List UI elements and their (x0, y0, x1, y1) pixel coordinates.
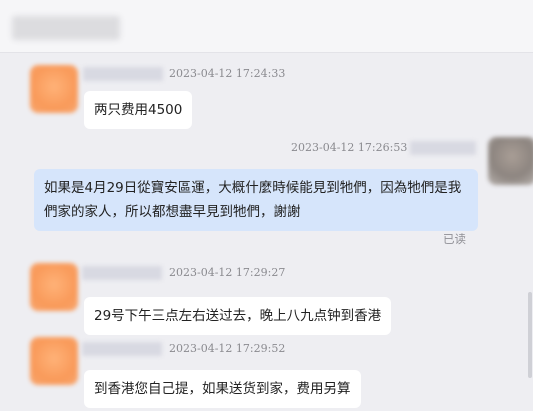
message-bubble[interactable]: 如果是4月29日從寶安區運，大概什麼時候能見到牠們，因為牠們是我們家的家人，所以… (34, 169, 478, 231)
sender-name-redacted (410, 141, 476, 155)
avatar[interactable] (30, 263, 78, 311)
sender-name-redacted (82, 342, 162, 356)
sender-name-redacted (82, 266, 162, 280)
message-timestamp: 2023-04-12 17:29:52 (169, 342, 286, 355)
message-bubble[interactable]: 两只费用4500 (84, 91, 193, 129)
chat-header (0, 0, 533, 53)
contact-name-redacted (12, 16, 120, 40)
message-bubble[interactable]: 到香港您自己提，如果送货到家，费用另算 (84, 370, 361, 408)
avatar[interactable] (30, 65, 78, 113)
avatar[interactable] (488, 137, 533, 185)
message-timestamp: 2023-04-12 17:29:27 (169, 266, 286, 279)
message-bubble[interactable]: 29号下午三点左右送过去，晚上八九点钟到香港 (84, 297, 392, 335)
message-timestamp: 2023-04-12 17:26:53 (291, 141, 408, 154)
sender-name-redacted (83, 67, 163, 81)
message-list: 2023-04-12 17:24:33 两只费用4500 2023-04-12 … (0, 52, 533, 411)
avatar[interactable] (30, 337, 78, 385)
message-timestamp: 2023-04-12 17:24:33 (169, 67, 286, 80)
read-status: 已读 (443, 232, 466, 246)
